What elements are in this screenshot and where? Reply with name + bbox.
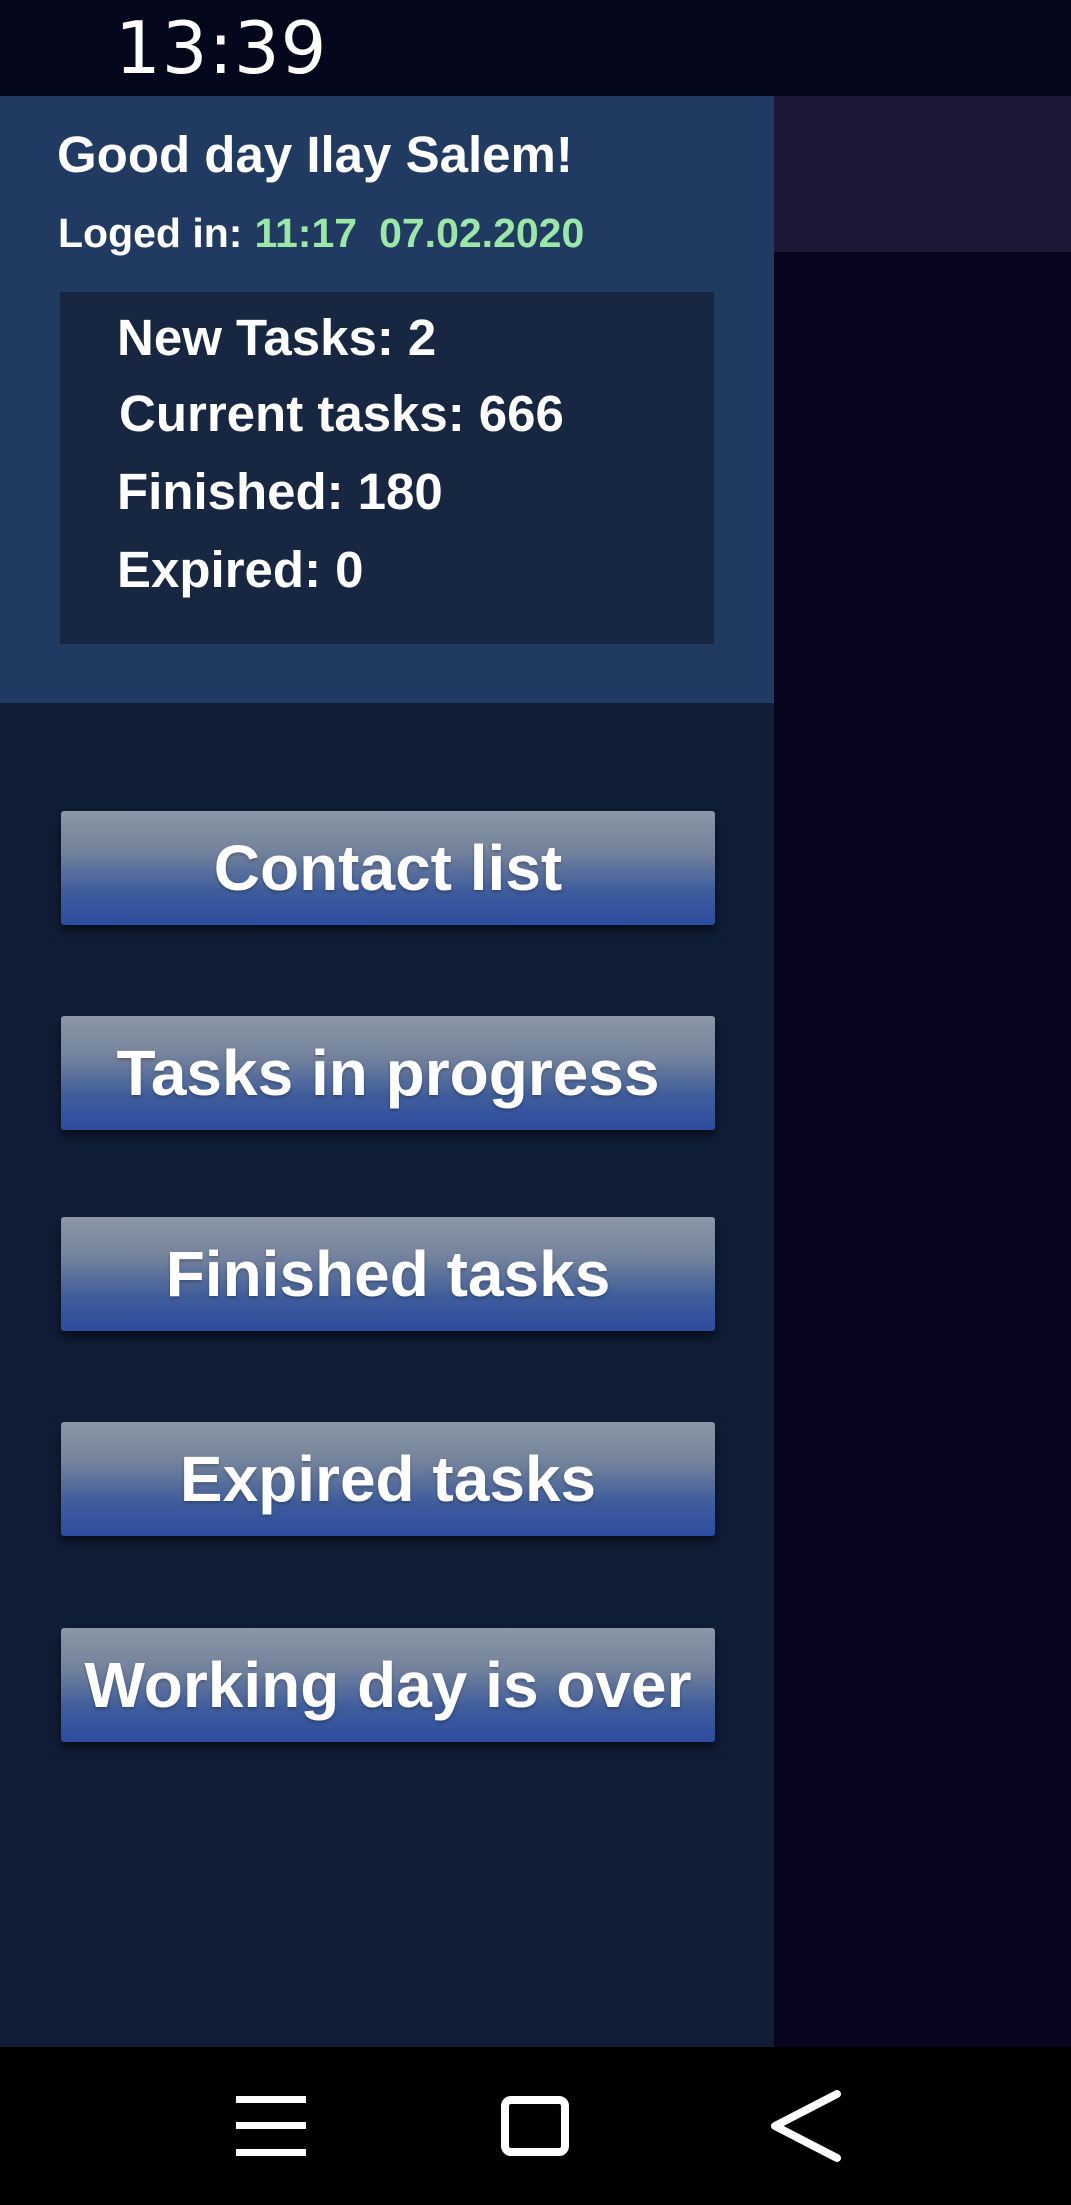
stat-new-tasks: New Tasks: 2	[117, 306, 436, 370]
login-label: Loged in:	[58, 210, 243, 256]
stat-value: 2	[407, 309, 437, 366]
greeting-text: Good day Ilay Salem!	[57, 126, 573, 183]
home-icon	[501, 2096, 569, 2156]
stat-expired: Expired: 0	[117, 538, 363, 602]
working-day-over-button[interactable]: Working day is over	[61, 1628, 715, 1742]
status-bar: 13:39	[0, 0, 1071, 96]
login-time: 11:17	[254, 210, 358, 256]
stat-finished: Finished: 180	[117, 460, 443, 524]
back-icon	[771, 2090, 841, 2162]
login-date: 07.02.2020	[379, 210, 585, 256]
contact-list-button[interactable]: Contact list	[61, 811, 715, 925]
menu-icon	[236, 2096, 306, 2156]
stat-label: Current tasks:	[119, 385, 465, 442]
stat-value: 180	[357, 463, 443, 520]
recent-apps-button[interactable]	[191, 2047, 351, 2205]
back-button[interactable]	[726, 2047, 886, 2205]
task-stats-panel: New Tasks: 2 Current tasks: 666 Finished: 1…	[60, 292, 714, 644]
tasks-in-progress-button[interactable]: Tasks in progress	[61, 1016, 715, 1130]
finished-tasks-button[interactable]: Finished tasks	[61, 1217, 715, 1331]
expired-tasks-button[interactable]: Expired tasks	[61, 1422, 715, 1536]
system-nav-bar	[0, 2047, 1071, 2205]
stat-value: 666	[478, 385, 564, 442]
stat-label: New Tasks:	[117, 309, 394, 366]
drawer-header: Good day Ilay Salem! Loged in: 11:17 07.02…	[0, 96, 774, 703]
stat-label: Finished:	[117, 463, 344, 520]
home-button[interactable]	[455, 2047, 615, 2205]
stat-current-tasks: Current tasks: 666	[119, 382, 564, 446]
login-info: Loged in: 11:17 07.02.2020	[58, 206, 584, 260]
navigation-drawer: Good day Ilay Salem! Loged in: 11:17 07.02…	[0, 96, 774, 2047]
status-time: 13:39	[115, 6, 328, 90]
stat-label: Expired:	[117, 541, 322, 598]
stat-value: 0	[335, 541, 364, 598]
